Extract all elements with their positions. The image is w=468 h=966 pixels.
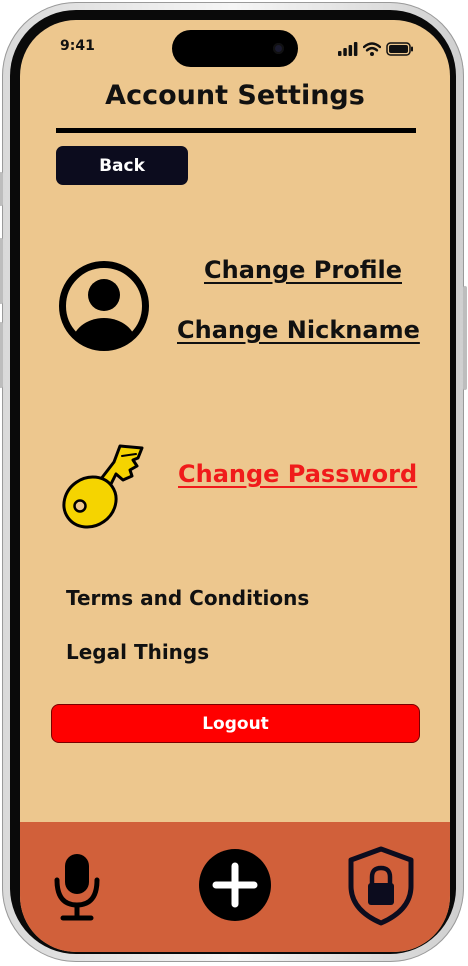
logout-button[interactable]: Logout [51,704,420,743]
volume-down-button [0,322,3,388]
change-nickname-link[interactable]: Change Nickname [177,316,420,344]
terms-link[interactable]: Terms and Conditions [66,586,309,610]
signal-icon [338,42,358,56]
page-title: Account Settings [105,80,365,111]
change-password-link[interactable]: Change Password [178,460,417,488]
lock-shield-icon[interactable] [346,846,416,926]
back-button[interactable]: Back [56,146,188,185]
change-profile-link[interactable]: Change Profile [204,256,402,284]
legal-link[interactable]: Legal Things [66,640,209,664]
wifi-icon [363,42,381,56]
bottom-nav-bar [20,822,450,952]
add-icon[interactable] [198,848,272,922]
power-button [463,286,467,390]
status-time: 9:41 [60,38,95,54]
microphone-icon[interactable] [52,852,102,922]
user-avatar-icon[interactable] [58,260,150,352]
dynamic-island [172,30,298,67]
screen: 9:41 Account Settings Back Change Profil… [20,20,450,952]
key-icon [62,444,144,529]
phone-frame: 9:41 Account Settings Back Change Profil… [0,2,467,962]
volume-up-button [0,238,3,304]
title-divider [56,128,416,133]
camera-icon [273,43,284,54]
silent-switch [0,172,3,206]
status-icons [338,42,414,56]
battery-icon [386,42,413,56]
